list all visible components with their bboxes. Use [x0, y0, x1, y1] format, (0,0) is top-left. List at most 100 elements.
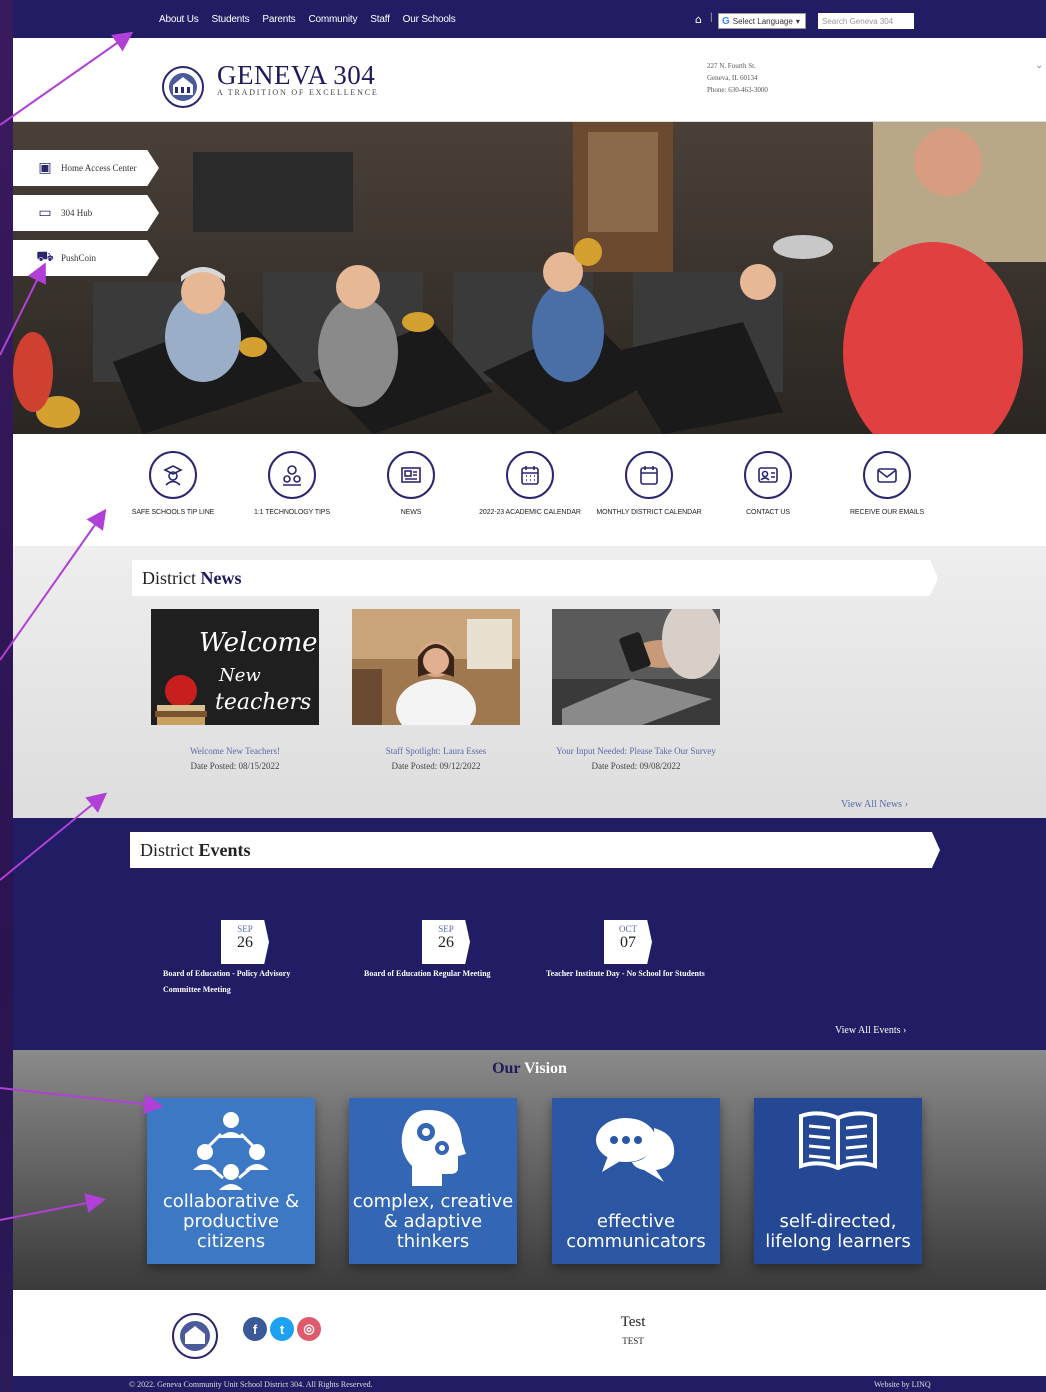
view-all-events-link[interactable]: View All Events ›: [835, 1025, 906, 1036]
id-badge-icon: ▣: [38, 160, 52, 176]
vision-tile-text: self-directed, lifelong learners: [765, 1211, 911, 1252]
brand-name[interactable]: GENEVA 304: [217, 60, 375, 91]
site-footer: f t ◎ Test TEST: [13, 1290, 1046, 1376]
open-book-icon: [799, 1111, 877, 1171]
twitter-icon[interactable]: t: [270, 1317, 294, 1341]
address-street: 227 N. Fourth St.: [707, 62, 756, 70]
icon-label: MONTHLY DISTRICT CALENDAR: [596, 509, 702, 516]
head-gears-icon: [401, 1110, 466, 1186]
event-item[interactable]: OCT 07 Teacher Institute Day - No School…: [546, 920, 706, 982]
calendar-icon: [625, 451, 673, 499]
newspaper-icon: [387, 451, 435, 499]
chevron-down-icon[interactable]: ⌄: [1035, 60, 1043, 71]
calendar-grid-icon: [506, 451, 554, 499]
news-title[interactable]: Staff Spotlight: Laura Esses: [352, 743, 520, 759]
academic-calendar-link[interactable]: 2022-23 ACADEMIC CALENDAR: [475, 451, 585, 518]
vision-tile-text: complex, creative & adaptive thinkers: [352, 1191, 514, 1252]
website-credit-link[interactable]: Website by LINQ: [874, 1380, 931, 1389]
vision-tile-creative-thinkers[interactable]: complex, creative & adaptive thinkers: [349, 1098, 517, 1264]
people-network-icon: [193, 1112, 269, 1190]
nav-students[interactable]: Students: [212, 14, 250, 25]
event-month: SEP: [237, 924, 253, 934]
chevron-down-icon: ▾: [795, 16, 800, 26]
home-icon[interactable]: ⌂: [695, 13, 702, 26]
envelope-icon: [863, 451, 911, 499]
google-icon: G: [722, 15, 730, 27]
quick-link-pushcoin[interactable]: ⛟ PushCoin: [13, 240, 159, 276]
news-card[interactable]: Staff Spotlight: Laura Esses Date Posted…: [352, 609, 520, 773]
news-heading: District News: [132, 560, 938, 596]
view-all-news-label: View All News: [841, 799, 903, 810]
events-heading: District Events: [130, 832, 940, 868]
event-month: SEP: [438, 924, 454, 934]
event-title[interactable]: Teacher Institute Day - No School for St…: [546, 966, 706, 982]
quick-link-label: Home Access Center: [61, 163, 137, 173]
chalk-text-welcome: Welcome!: [199, 628, 319, 658]
icon-label: RECEIVE OUR EMAILS: [849, 509, 925, 516]
event-title[interactable]: Board of Education - Policy Advisory Com…: [163, 966, 323, 998]
news-title[interactable]: Welcome New Teachers!: [151, 743, 319, 759]
instagram-icon[interactable]: ◎: [297, 1317, 321, 1341]
news-link[interactable]: NEWS: [356, 451, 466, 518]
vision-tile-collaborative[interactable]: collaborative & productive citizens: [147, 1098, 315, 1264]
staff-spotlight-image: [352, 609, 520, 739]
events-heading-a: District: [140, 839, 194, 860]
copyright-text: © 2022. Geneva Community Unit School Dis…: [129, 1380, 373, 1389]
footer-seal-logo[interactable]: [161, 1302, 229, 1364]
quick-link-home-access-center[interactable]: ▣ Home Access Center: [13, 150, 159, 186]
language-select[interactable]: G Select Language ▾: [718, 13, 806, 29]
monthly-calendar-link[interactable]: MONTHLY DISTRICT CALENDAR: [594, 451, 704, 518]
nav-staff[interactable]: Staff: [370, 14, 390, 25]
facebook-icon[interactable]: f: [243, 1317, 267, 1341]
vision-tile-lifelong-learners[interactable]: self-directed, lifelong learners: [754, 1098, 922, 1264]
event-date-badge: OCT 07: [604, 920, 652, 964]
nav-parents[interactable]: Parents: [262, 14, 295, 25]
chalk-text-teachers: teachers: [215, 690, 311, 715]
search-input[interactable]: [818, 13, 914, 29]
contact-us-link[interactable]: CONTACT US: [713, 451, 823, 518]
speech-bubbles-icon: [596, 1118, 675, 1182]
news-card[interactable]: Welcome! New teachers Welcome New Teache…: [151, 609, 328, 773]
nav-our-schools[interactable]: Our Schools: [403, 14, 456, 25]
our-vision-section: Our Vision collaborative & productive ci…: [13, 1050, 1046, 1290]
survey-image: [552, 599, 722, 725]
footer-test-title: Test: [620, 1314, 646, 1330]
hero-photo: ▣ Home Access Center ▭ 304 Hub ⛟ PushCoi…: [13, 122, 1046, 434]
vision-heading-b: Vision: [523, 1060, 567, 1077]
receive-emails-link[interactable]: RECEIVE OUR EMAILS: [832, 451, 942, 518]
safe-schools-tip-line-link[interactable]: SAFE SCHOOLS TIP LINE: [118, 451, 228, 518]
copyright-bar: © 2022. Geneva Community Unit School Dis…: [13, 1376, 1046, 1392]
utility-bar: About Us Students Parents Community Staf…: [13, 0, 1046, 38]
website-page: About Us Students Parents Community Staf…: [13, 0, 1046, 1392]
events-heading-b: Events: [198, 839, 251, 860]
event-title[interactable]: Board of Education Regular Meeting: [364, 966, 524, 982]
vision-tile-communicators[interactable]: effective communicators: [552, 1098, 720, 1264]
event-day: 26: [438, 934, 454, 951]
news-title[interactable]: Your Input Needed: Please Take Our Surve…: [552, 743, 720, 759]
district-seal-logo[interactable]: [153, 55, 213, 115]
news-card[interactable]: Your Input Needed: Please Take Our Surve…: [552, 599, 722, 773]
district-events-section: District Events SEP 26 Board of Educatio…: [13, 818, 1046, 1050]
news-heading-a: District: [142, 567, 196, 588]
event-item[interactable]: SEP 26 Board of Education Regular Meetin…: [364, 920, 524, 982]
language-label: Select Language: [732, 16, 793, 26]
cart-icon: ⛟: [36, 249, 54, 265]
quick-link-label: PushCoin: [61, 253, 97, 263]
event-date-badge: SEP 26: [221, 920, 269, 964]
tagline: A TRADITION OF EXCELLENCE: [217, 88, 379, 97]
chevron-right-icon: ›: [903, 1025, 907, 1036]
student-icon: [149, 451, 197, 499]
news-date: Date Posted: 08/15/2022: [190, 761, 280, 771]
quick-link-label: 304 Hub: [61, 208, 93, 218]
monitor-icon: ▭: [38, 205, 52, 221]
view-all-events-label: View All Events: [835, 1025, 901, 1036]
users-icon: [268, 451, 316, 499]
technology-tips-link[interactable]: 1:1 TECHNOLOGY TIPS: [237, 451, 347, 518]
nav-about-us[interactable]: About Us: [159, 14, 199, 25]
event-month: OCT: [619, 924, 637, 934]
event-item[interactable]: SEP 26 Board of Education - Policy Advis…: [163, 920, 323, 998]
quick-link-304-hub[interactable]: ▭ 304 Hub: [13, 195, 159, 231]
nav-community[interactable]: Community: [309, 14, 358, 25]
event-day: 26: [237, 934, 253, 951]
view-all-news-link[interactable]: View All News ›: [841, 799, 908, 810]
